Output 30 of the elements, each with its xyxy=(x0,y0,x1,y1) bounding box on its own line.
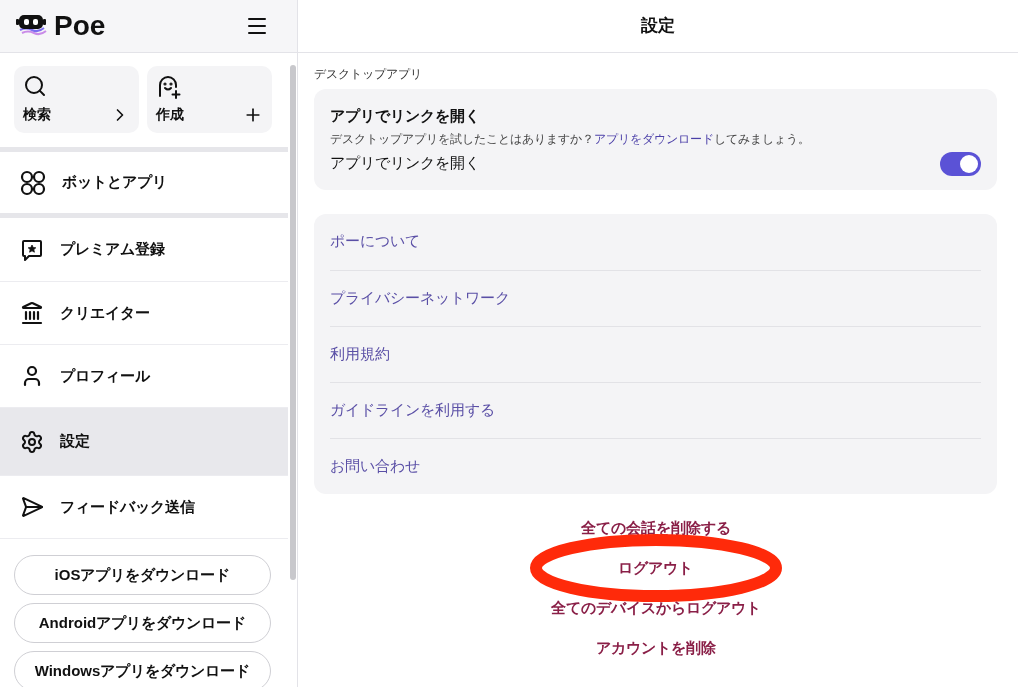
toggle-label: アプリでリンクを開く xyxy=(330,153,480,174)
account-action-link[interactable]: アカウントを削除 xyxy=(595,637,716,658)
sidebar-nav-item[interactable]: 設定 xyxy=(0,407,288,475)
search-button[interactable]: 検索 xyxy=(14,66,139,133)
download-app-button[interactable]: Windowsアプリをダウンロード xyxy=(14,651,271,687)
settings-link[interactable]: ガイドラインを利用する xyxy=(330,398,495,422)
smiley-plus-icon xyxy=(156,74,182,100)
settings-link[interactable]: 利用規約 xyxy=(330,342,390,366)
building-icon xyxy=(20,301,44,325)
logo-text: Poe xyxy=(54,9,106,43)
page-title: 設定 xyxy=(641,15,675,38)
card-title: アプリでリンクを開く xyxy=(330,106,481,126)
download-link[interactable]: アプリをダウンロード xyxy=(594,131,714,146)
settings-link[interactable]: プライバシーネットワーク xyxy=(330,286,510,310)
card-description: デスクトップアプリを試したことはありますか？アプリをダウンロード してみましょう。 xyxy=(330,130,811,148)
settings-link[interactable]: お問い合わせ xyxy=(330,454,420,478)
account-action-link[interactable]: 全てのデバイスからログアウト xyxy=(550,597,761,618)
four-circles-icon xyxy=(20,169,46,196)
create-button[interactable]: 作成 xyxy=(147,66,272,133)
toggle-switch[interactable] xyxy=(940,151,981,176)
account-action-link[interactable]: 全ての会話を削除する xyxy=(580,517,731,538)
section-label: デスクトップアプリ xyxy=(314,66,423,83)
send-icon xyxy=(20,495,44,519)
search-icon xyxy=(23,74,47,98)
download-app-button[interactable]: Androidアプリをダウンロード xyxy=(14,603,271,643)
settings-icon xyxy=(20,429,44,454)
account-action-link[interactable]: ログアウト xyxy=(618,557,693,578)
download-app-button[interactable]: iOSアプリをダウンロード xyxy=(14,555,271,595)
settings-link[interactable]: ポーについて xyxy=(330,230,420,253)
star-chat-icon xyxy=(20,237,44,262)
